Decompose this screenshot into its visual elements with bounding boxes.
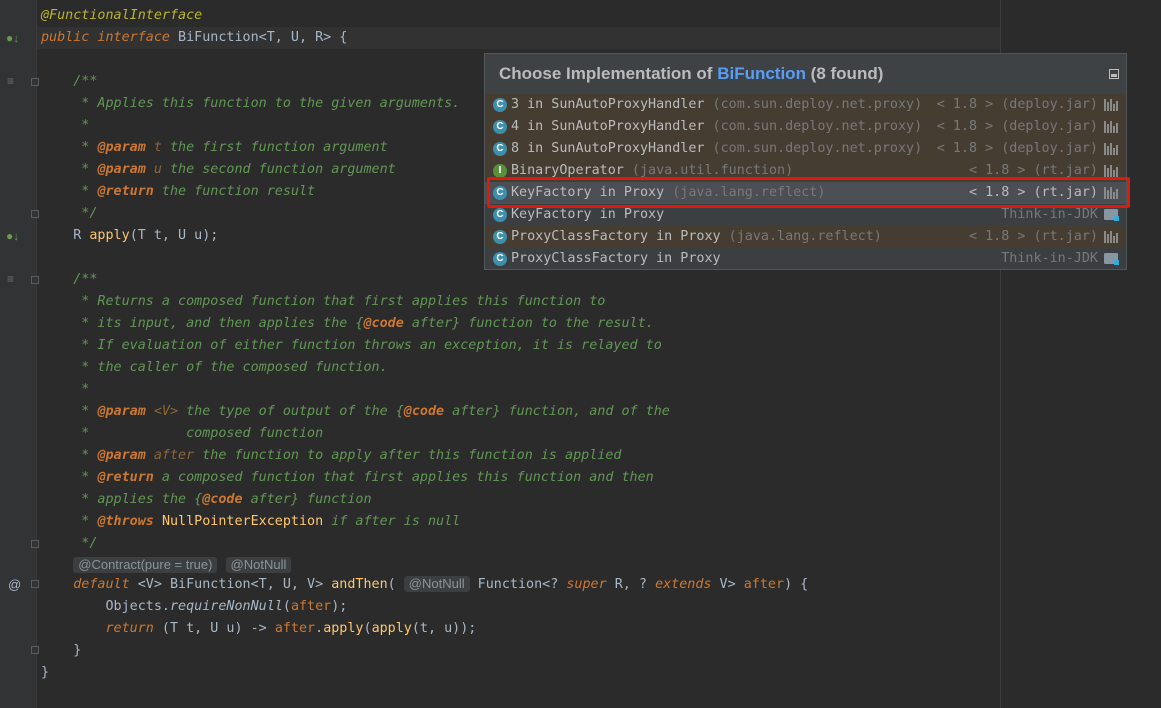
code-line[interactable]: * Applies this function to the given arg… xyxy=(41,93,460,115)
fold-icon[interactable] xyxy=(31,276,39,284)
implementation-package: (com.sun.deploy.net.proxy) xyxy=(704,141,923,156)
gutter-divider xyxy=(36,0,37,708)
code-line[interactable]: /** xyxy=(41,269,97,291)
popup-title: Choose Implementation of BiFunction (8 f… xyxy=(485,54,1126,95)
fold-icon[interactable] xyxy=(31,78,39,86)
library-icon xyxy=(1104,121,1118,133)
library-icon xyxy=(1104,165,1118,177)
class-icon: C xyxy=(493,252,507,266)
implementation-package: (java.util.function) xyxy=(623,163,794,178)
fold-icon[interactable] xyxy=(31,580,39,588)
editor-gutter xyxy=(0,0,36,708)
implementation-location: < 1.8 > (rt.jar) xyxy=(969,229,1098,244)
code-line[interactable]: R apply(T t, U u); xyxy=(41,225,218,247)
class-icon: C xyxy=(493,208,507,222)
code-line[interactable]: * composed function xyxy=(41,423,323,445)
class-icon: C xyxy=(493,120,507,134)
code-line[interactable]: } xyxy=(41,640,81,662)
code-line[interactable]: * @return a composed function that first… xyxy=(41,467,653,489)
implementation-name: 3 in SunAutoProxyHandler (com.sun.deploy… xyxy=(511,97,923,112)
implemented-icon[interactable]: ●↓ xyxy=(6,31,19,45)
code-line[interactable]: * Returns a composed function that first… xyxy=(41,291,605,313)
code-line[interactable]: * xyxy=(41,379,89,401)
class-icon: C xyxy=(493,142,507,156)
code-line[interactable]: * @param t the first function argument xyxy=(41,137,387,159)
implemented-icon[interactable]: ●↓ xyxy=(6,229,19,243)
implementation-package: (com.sun.deploy.net.proxy) xyxy=(704,119,923,134)
code-line[interactable]: */ xyxy=(41,203,97,225)
implementation-package: (com.sun.deploy.net.proxy) xyxy=(704,97,923,112)
code-line[interactable]: * xyxy=(41,115,89,137)
library-icon xyxy=(1104,231,1118,243)
code-line[interactable]: public interface BiFunction<T, U, R> { xyxy=(41,27,347,49)
doc-render-icon[interactable]: ≡ xyxy=(7,272,14,286)
implementation-item[interactable]: C 4 in SunAutoProxyHandler (com.sun.deplo… xyxy=(485,116,1126,138)
implementation-location: < 1.8 > (deploy.jar) xyxy=(936,97,1098,112)
code-line[interactable]: /** xyxy=(41,71,97,93)
implementation-location: < 1.8 > (deploy.jar) xyxy=(936,141,1098,156)
implementation-item[interactable]: C ProxyClassFactory in Proxy Think-in-JDK xyxy=(485,248,1126,270)
code-line[interactable]: * the caller of the composed function. xyxy=(41,357,387,379)
code-line[interactable]: */ xyxy=(41,533,97,555)
code-line[interactable]: default <V> BiFunction<T, U, V> andThen(… xyxy=(41,574,808,596)
code-line[interactable]: * @param after the function to apply aft… xyxy=(41,445,621,467)
module-folder-icon xyxy=(1104,253,1119,265)
implementation-item[interactable]: C 8 in SunAutoProxyHandler (com.sun.deplo… xyxy=(485,138,1126,160)
fold-icon[interactable] xyxy=(31,646,39,654)
selection-highlight-box xyxy=(487,177,1130,208)
implementation-name: ProxyClassFactory in Proxy (java.lang.re… xyxy=(511,229,882,244)
code-line[interactable]: * @param u the second function argument xyxy=(41,159,395,181)
fold-icon[interactable] xyxy=(31,540,39,548)
code-line[interactable]: @FunctionalInterface xyxy=(41,5,202,27)
interface-icon: I xyxy=(493,164,507,178)
code-line[interactable]: * its input, and then applies the {@code… xyxy=(41,313,653,335)
implementation-name: 4 in SunAutoProxyHandler (com.sun.deploy… xyxy=(511,119,923,134)
doc-render-icon[interactable]: ≡ xyxy=(7,74,14,88)
library-icon xyxy=(1104,99,1118,111)
choose-implementation-popup[interactable]: Choose Implementation of BiFunction (8 f… xyxy=(484,53,1127,270)
class-icon: C xyxy=(493,98,507,112)
implementation-item[interactable]: C 3 in SunAutoProxyHandler (com.sun.deplo… xyxy=(485,94,1126,116)
implementation-package: (java.lang.reflect) xyxy=(720,229,882,244)
class-icon: C xyxy=(493,230,507,244)
at-icon[interactable]: @ xyxy=(8,577,21,592)
implementation-name: ProxyClassFactory in Proxy xyxy=(511,251,721,266)
implementation-name: 8 in SunAutoProxyHandler (com.sun.deploy… xyxy=(511,141,923,156)
pin-icon[interactable] xyxy=(1109,69,1119,79)
code-line[interactable]: * @param <V> the type of output of the {… xyxy=(41,401,670,423)
code-line[interactable]: * applies the {@code after} function xyxy=(41,489,371,511)
fold-icon[interactable] xyxy=(31,210,39,218)
implementation-item[interactable]: C ProxyClassFactory in Proxy (java.lang.r… xyxy=(485,226,1126,248)
implementation-location: Think-in-JDK xyxy=(1001,251,1098,266)
implementation-location: < 1.8 > (deploy.jar) xyxy=(936,119,1098,134)
code-line[interactable]: * If evaluation of either function throw… xyxy=(41,335,661,357)
code-line[interactable]: return (T t, U u) -> after.apply(apply(t… xyxy=(41,618,477,640)
code-line[interactable]: * @throws NullPointerException if after … xyxy=(41,511,460,533)
code-line[interactable]: Objects.requireNonNull(after); xyxy=(41,596,347,618)
code-line[interactable]: } xyxy=(41,662,49,684)
library-icon xyxy=(1104,143,1118,155)
code-line[interactable]: * @return the function result xyxy=(41,181,315,203)
module-folder-icon xyxy=(1104,209,1119,221)
